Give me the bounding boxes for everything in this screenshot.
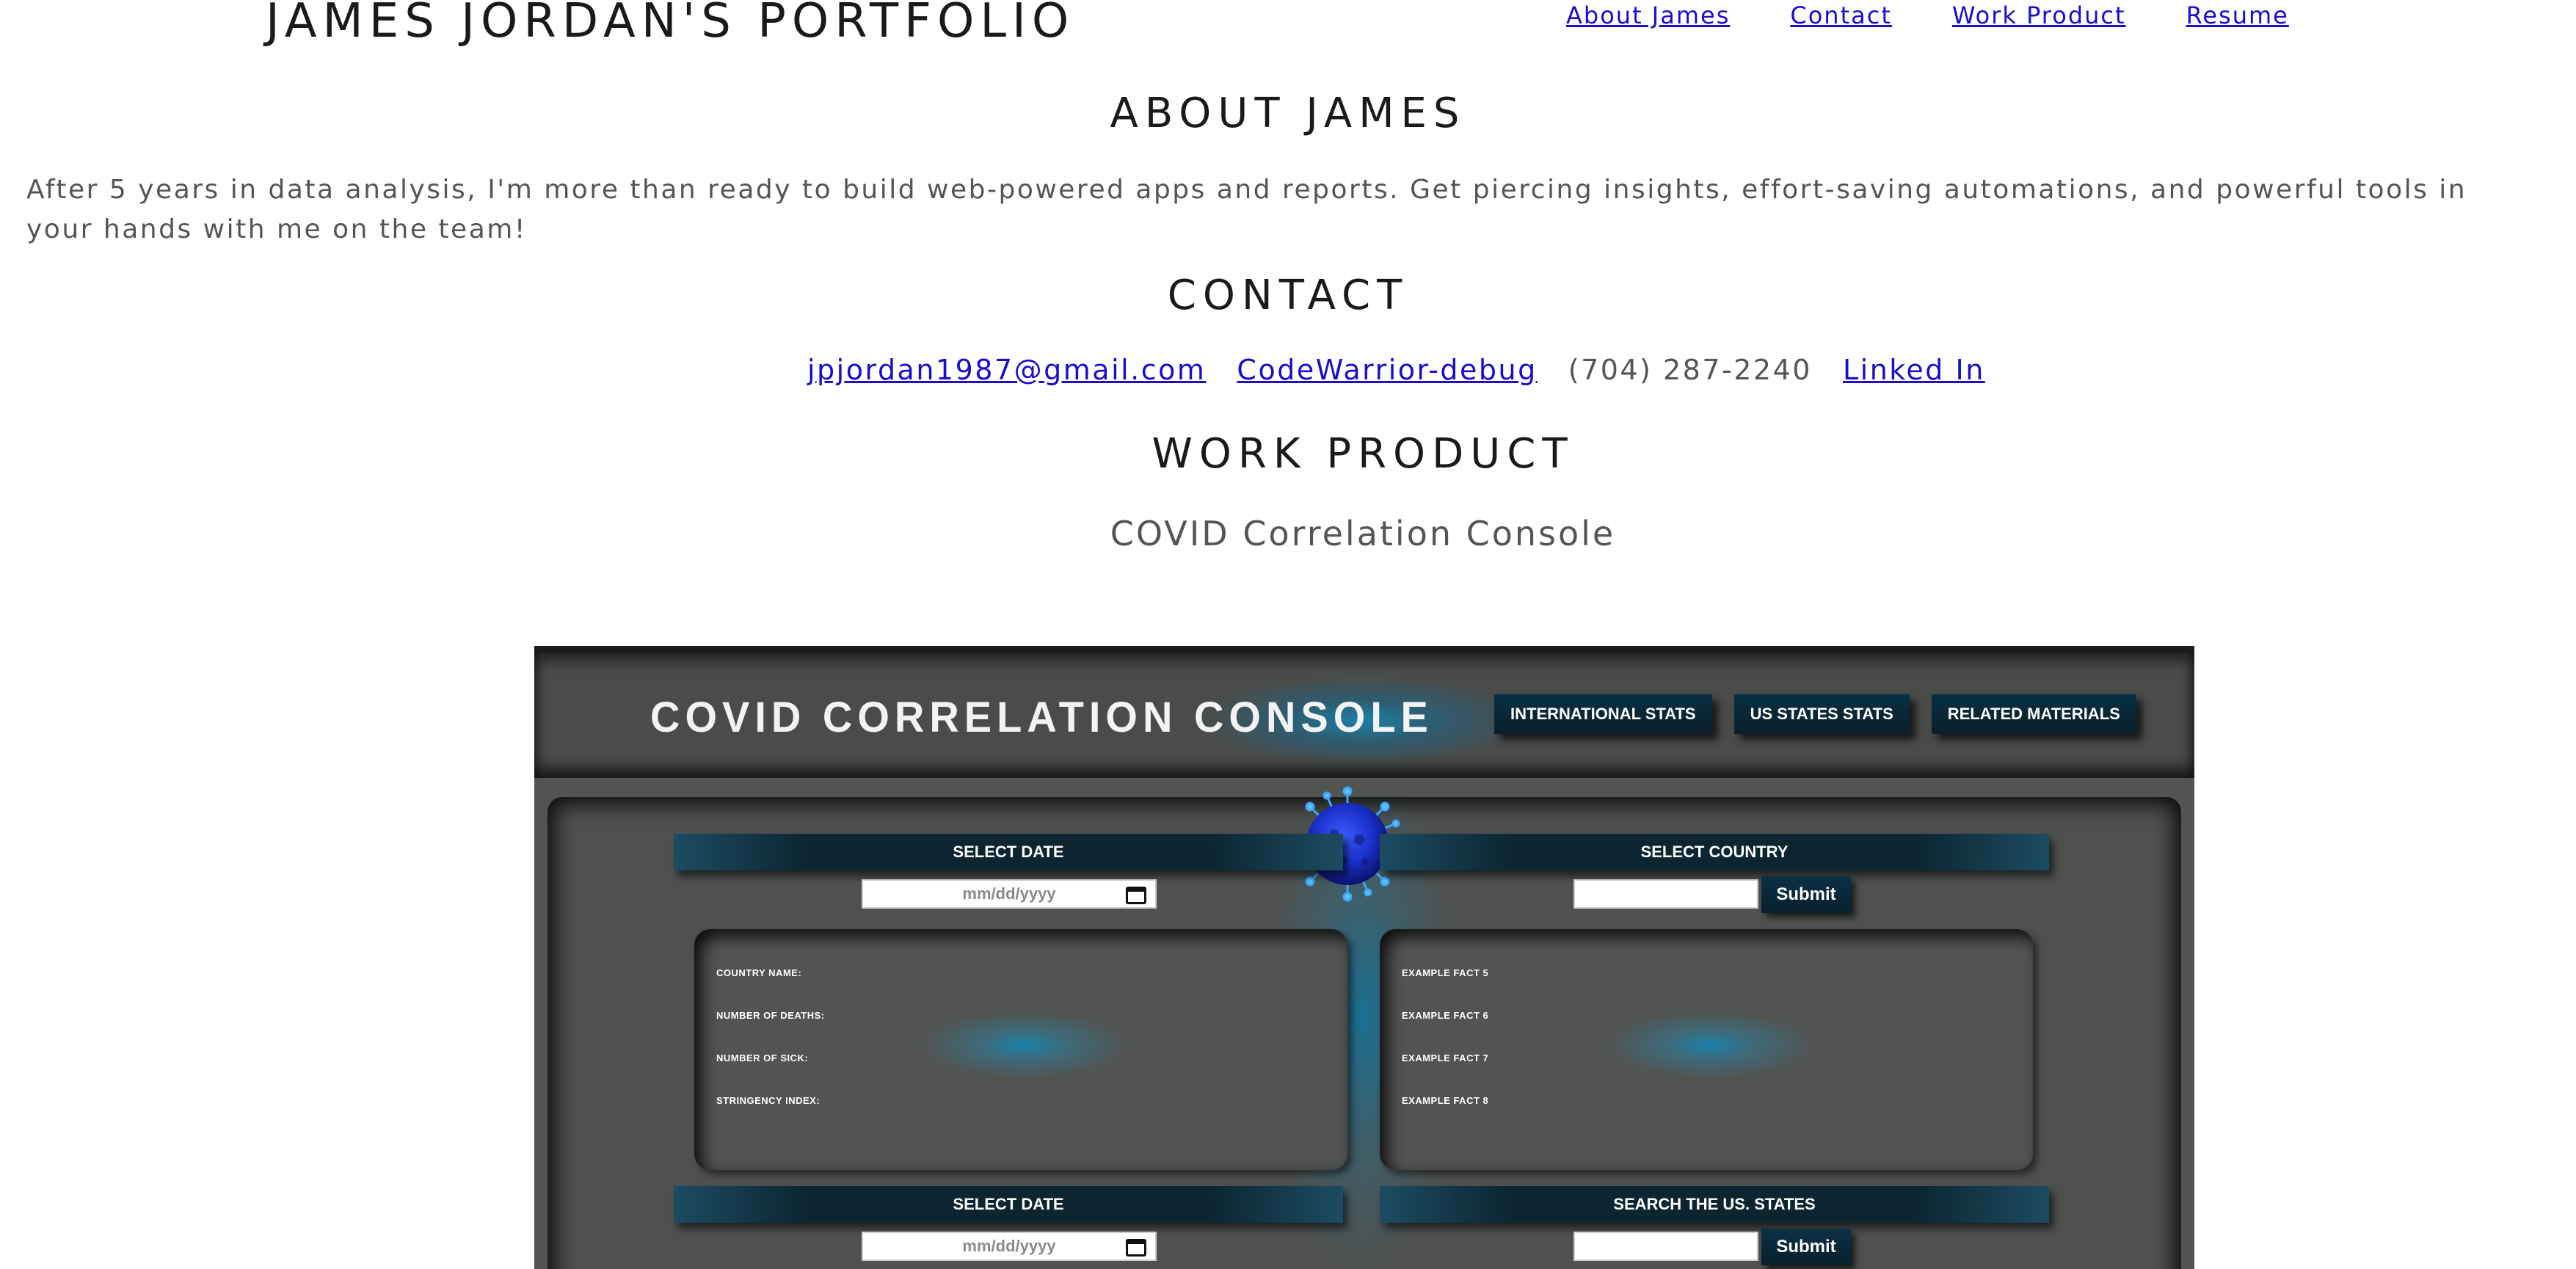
nav-link-contact[interactable]: Contact [1790, 1, 1892, 29]
console-header: COVID CORRELATION CONSOLE INTERNATIONAL … [534, 646, 2194, 778]
search-states-bar: SEARCH THE US. STATES [1380, 1186, 2049, 1223]
console-nav-related: RELATED MATERIALS [1931, 694, 2136, 734]
select-date-bar: SELECT DATE [674, 834, 1343, 870]
console-nav-international: INTERNATIONAL STATS [1494, 694, 1712, 734]
calendar-icon [1126, 887, 1146, 904]
nav-link-about[interactable]: About James [1566, 1, 1730, 29]
date-input: mm/dd/yyyy [862, 1232, 1157, 1261]
fact-label: COUNTRY NAME: [716, 967, 802, 978]
calendar-icon [1126, 1239, 1146, 1257]
fact-label: EXAMPLE FACT 8 [1402, 1095, 1489, 1106]
top-nav: About James Contact Work Product Resume [1566, 1, 2289, 29]
work-product-heading: WORK PRODUCT [1151, 430, 1574, 478]
project-screenshot[interactable]: COVID CORRELATION CONSOLE INTERNATIONAL … [534, 646, 2194, 1269]
contact-heading: CONTACT [1167, 272, 1409, 319]
site-title: JAMES JORDAN'S PORTFOLIO [266, 0, 1075, 48]
phone-number: (704) 287-2240 [1568, 354, 1812, 386]
fact-label: EXAMPLE FACT 7 [1402, 1052, 1489, 1063]
example-facts-panel: EXAMPLE FACT 5 EXAMPLE FACT 6 EXAMPLE FA… [1380, 929, 2033, 1170]
fact-label: NUMBER OF SICK: [716, 1052, 809, 1063]
nav-link-work-product[interactable]: Work Product [1952, 1, 2126, 29]
project-title: COVID Correlation Console [1110, 514, 1616, 553]
nav-link-resume[interactable]: Resume [2186, 1, 2289, 29]
country-input [1573, 879, 1758, 909]
country-stats-panel: COUNTRY NAME: NUMBER OF DEATHS: NUMBER O… [694, 929, 1347, 1170]
fact-label: STRINGENCY INDEX: [716, 1095, 821, 1106]
submit-button: Submit [1761, 876, 1851, 913]
select-date-bar: SELECT DATE [674, 1186, 1343, 1223]
github-link[interactable]: CodeWarrior-debug [1237, 354, 1537, 386]
submit-button: Submit [1761, 1229, 1851, 1265]
select-country-bar: SELECT COUNTRY [1380, 834, 2049, 870]
linkedin-link[interactable]: Linked In [1843, 354, 1985, 386]
console-nav-us-states: US STATES STATS [1733, 694, 1910, 734]
fact-label: NUMBER OF DEATHS: [716, 1010, 825, 1021]
console-title: COVID CORRELATION CONSOLE [650, 692, 1433, 741]
fact-label: EXAMPLE FACT 5 [1402, 967, 1489, 978]
contact-row: jpjordan1987@gmail.com CodeWarrior-debug… [807, 354, 1985, 386]
date-input: mm/dd/yyyy [862, 879, 1157, 909]
state-input [1573, 1232, 1758, 1261]
fact-label: EXAMPLE FACT 6 [1402, 1010, 1489, 1021]
about-heading: ABOUT JAMES [1110, 90, 1466, 137]
console-nav: INTERNATIONAL STATS US STATES STATS RELA… [1494, 694, 2136, 734]
about-text: After 5 years in data analysis, I'm more… [26, 175, 2467, 244]
email-link[interactable]: jpjordan1987@gmail.com [807, 354, 1206, 386]
